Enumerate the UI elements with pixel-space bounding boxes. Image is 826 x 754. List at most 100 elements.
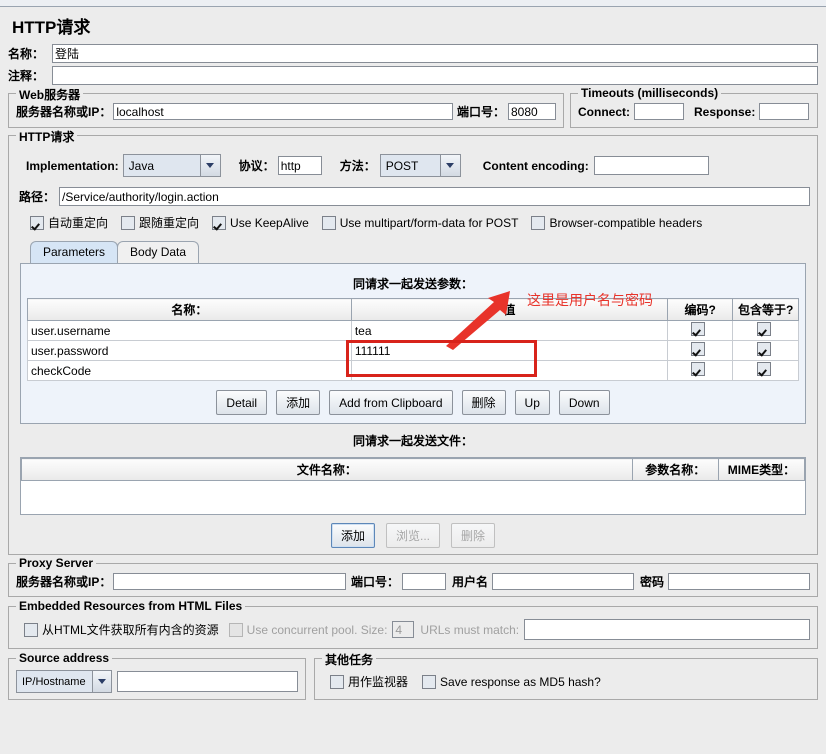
server-port-label: 端口号： — [457, 103, 505, 120]
table-row[interactable]: checkCode — [28, 361, 799, 381]
method-select[interactable]: POST — [380, 154, 461, 177]
implementation-value: Java — [124, 155, 200, 176]
checkbox-save-response-md5[interactable]: Save response as MD5 hash? — [422, 675, 601, 689]
name-row: 名称： — [8, 44, 818, 63]
proxy-password-input[interactable] — [668, 573, 810, 590]
path-label: 路径： — [19, 188, 55, 205]
embedded-resources-group-title: Embedded Resources from HTML Files — [16, 599, 245, 613]
column-header-mime-type: MIME类型： — [718, 459, 804, 481]
table-header-row: 名称： 值 编码? 包含等于? — [28, 299, 799, 321]
checkbox-box — [322, 216, 336, 230]
checkbox-browser-compatible-headers[interactable]: Browser-compatible headers — [531, 216, 702, 230]
implementation-select[interactable]: Java — [123, 154, 221, 177]
cell-value[interactable]: tea — [351, 321, 667, 341]
up-button[interactable]: Up — [515, 390, 550, 415]
path-input[interactable] — [59, 187, 810, 206]
column-header-parameter-name: 参数名称： — [632, 459, 718, 481]
add-button[interactable]: 添加 — [276, 390, 320, 415]
web-server-group-title: Web服务器 — [16, 86, 83, 103]
table-row[interactable]: user.username tea — [28, 321, 799, 341]
proxy-password-label: 密码 — [640, 573, 664, 590]
connect-timeout-label: Connect: — [578, 105, 630, 119]
checkbox-use-multipart[interactable]: Use multipart/form-data for POST — [322, 216, 519, 230]
protocol-label: 协议： — [239, 157, 275, 174]
name-label: 名称： — [8, 45, 52, 62]
other-tasks-group: 其他任务 用作监视器 Save response as MD5 hash? — [314, 658, 818, 700]
files-table: 文件名称： 参数名称： MIME类型： — [21, 458, 805, 481]
files-heading: 同请求一起发送文件： — [16, 424, 810, 453]
embedded-resources-group: Embedded Resources from HTML Files 从HTML… — [8, 606, 818, 649]
delete-button[interactable]: 删除 — [462, 390, 506, 415]
urls-must-match-label: URLs must match: — [420, 623, 519, 637]
source-address-type-select[interactable]: IP/Hostname — [16, 670, 112, 693]
cell-include-equals[interactable] — [733, 321, 799, 341]
chevron-down-icon — [440, 155, 460, 176]
window-top-strip — [0, 0, 826, 7]
checkbox-follow-redirect[interactable]: 跟随重定向 — [121, 214, 199, 231]
checkbox-label: Use KeepAlive — [230, 216, 309, 230]
cell-name[interactable]: checkCode — [28, 361, 352, 381]
file-delete-button: 删除 — [451, 523, 495, 548]
file-add-button[interactable]: 添加 — [331, 523, 375, 548]
proxy-host-input[interactable] — [113, 573, 346, 590]
comment-input[interactable] — [52, 66, 818, 85]
checkbox-retrieve-embedded[interactable]: 从HTML文件获取所有内含的资源 — [24, 621, 219, 638]
checkbox-use-as-monitor[interactable]: 用作监视器 — [330, 673, 408, 690]
urls-must-match-input[interactable] — [524, 619, 810, 640]
server-host-input[interactable] — [113, 103, 453, 120]
source-address-input[interactable] — [117, 671, 298, 692]
cell-encode[interactable] — [667, 341, 733, 361]
parameters-table[interactable]: 名称： 值 编码? 包含等于? user.username tea user.p — [27, 298, 799, 381]
checkbox-box — [691, 322, 705, 336]
http-request-panel: HTTP请求 名称： 注释： Web服务器 服务器名称或IP： 端口号： Tim… — [0, 7, 826, 700]
annotation-text: 这里是用户名与密码 — [527, 290, 653, 310]
cell-name[interactable]: user.username — [28, 321, 352, 341]
source-address-group-title: Source address — [16, 651, 112, 665]
parameters-panel: 同请求一起发送参数： 名称： 值 编码? 包含等于? user.username… — [20, 263, 806, 424]
checkbox-label: Save response as MD5 hash? — [440, 675, 601, 689]
proxy-port-input[interactable] — [402, 573, 446, 590]
checkbox-label: Browser-compatible headers — [549, 216, 702, 230]
name-input[interactable] — [52, 44, 818, 63]
chevron-down-icon — [92, 671, 111, 692]
cell-include-equals[interactable] — [733, 341, 799, 361]
checkbox-box — [212, 216, 226, 230]
cell-name[interactable]: user.password — [28, 341, 352, 361]
checkbox-box — [691, 342, 705, 356]
detail-button[interactable]: Detail — [216, 390, 267, 415]
cell-value[interactable]: 111111 — [351, 341, 667, 361]
files-table-container[interactable]: 文件名称： 参数名称： MIME类型： — [20, 457, 806, 515]
checkbox-box — [229, 623, 243, 637]
column-header-filename: 文件名称： — [22, 459, 633, 481]
tab-body-data[interactable]: Body Data — [117, 241, 199, 263]
parameters-heading: 同请求一起发送参数： — [27, 270, 799, 298]
down-button[interactable]: Down — [559, 390, 610, 415]
method-label: 方法： — [340, 157, 376, 174]
add-from-clipboard-button[interactable]: Add from Clipboard — [329, 390, 452, 415]
proxy-host-label: 服务器名称或IP： — [16, 573, 111, 590]
protocol-input[interactable] — [278, 156, 322, 175]
cell-value[interactable] — [351, 361, 667, 381]
response-timeout-label: Response: — [694, 105, 755, 119]
content-encoding-input[interactable] — [594, 156, 709, 175]
file-browse-button: 浏览... — [386, 523, 440, 548]
implementation-label: Implementation: — [26, 159, 119, 173]
checkbox-use-keepalive[interactable]: Use KeepAlive — [212, 216, 309, 230]
checkbox-auto-redirect[interactable]: 自动重定向 — [30, 214, 108, 231]
checkbox-box — [30, 216, 44, 230]
cell-include-equals[interactable] — [733, 361, 799, 381]
connect-timeout-input[interactable] — [634, 103, 684, 120]
checkbox-box — [691, 362, 705, 376]
response-timeout-input[interactable] — [759, 103, 809, 120]
comment-label: 注释： — [8, 67, 52, 84]
cell-encode[interactable] — [667, 361, 733, 381]
proxy-user-input[interactable] — [492, 573, 634, 590]
checkbox-label: Use concurrent pool. Size: — [247, 623, 388, 637]
tab-parameters[interactable]: Parameters — [30, 241, 118, 263]
server-port-input[interactable] — [508, 103, 556, 120]
checkbox-box — [422, 675, 436, 689]
timeouts-group-title: Timeouts (milliseconds) — [578, 86, 721, 100]
proxy-server-group-title: Proxy Server — [16, 556, 96, 570]
cell-encode[interactable] — [667, 321, 733, 341]
table-row[interactable]: user.password 111111 — [28, 341, 799, 361]
